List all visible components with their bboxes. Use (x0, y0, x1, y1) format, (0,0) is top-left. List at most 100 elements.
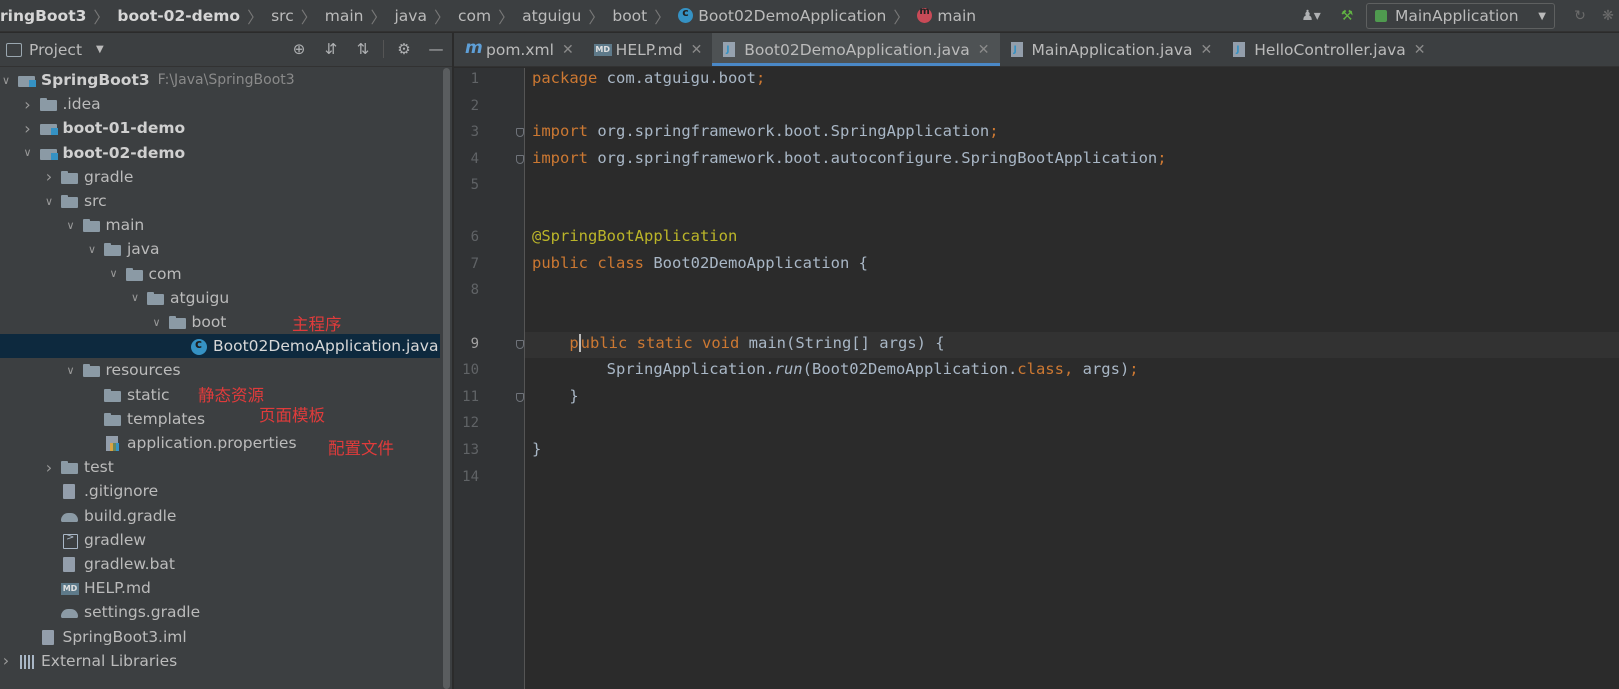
project-tree-scrollbar[interactable] (441, 68, 452, 689)
tree-item[interactable]: ∨ java (0, 237, 440, 261)
breadcrumb-item[interactable]: Boot02DemoApplication (676, 6, 888, 25)
tree-item[interactable]: ∨ resources (0, 358, 440, 382)
code-editor[interactable]: 1 2 3 4 5 6 7 8 9 10 11 12 13 14 package com.atguigu.… (454, 68, 1619, 689)
chevron-down-icon[interactable]: ∨ (0, 74, 12, 87)
editor-tab[interactable]: MainApplication.java ✕ (1000, 33, 1223, 66)
editor-tab[interactable]: pom.xml ✕ (454, 33, 584, 66)
code-token: ; (1157, 148, 1167, 167)
editor-tab[interactable]: Boot02DemoApplication.java ✕ (712, 33, 1000, 66)
scrollbar-thumb[interactable] (443, 68, 450, 689)
java-file-icon (1232, 41, 1248, 58)
breadcrumb-item[interactable]: atguigu (520, 7, 583, 25)
close-icon[interactable]: ✕ (562, 42, 574, 58)
tree-item[interactable]: ∨ atguigu (0, 286, 440, 310)
code-line[interactable]: import org.springframework.boot.SpringAp… (532, 122, 999, 140)
tree-item[interactable]: ›gradlew (0, 528, 440, 552)
tree-item[interactable]: › boot-01-demo (0, 116, 440, 140)
java-file-icon (722, 41, 738, 58)
code-line[interactable]: package com.atguigu.boot; (532, 69, 765, 87)
properties-file-icon (104, 436, 122, 451)
chevron-down-icon[interactable]: ∨ (129, 291, 141, 304)
tree-item[interactable]: ›templates (0, 407, 440, 431)
breadcrumb-item[interactable]: java (393, 7, 429, 25)
tree-item[interactable]: ∨ SpringBoot3 F:\Java\SpringBoot3 (0, 68, 440, 92)
code-line[interactable]: import org.springframework.boot.autoconf… (532, 149, 1167, 167)
code-line[interactable]: } (532, 387, 578, 405)
debug-icon[interactable]: ❋ (1597, 5, 1619, 27)
java-class-icon (190, 337, 208, 356)
fold-marker-icon[interactable] (516, 339, 524, 349)
rerun-icon[interactable]: ↻ (1569, 5, 1591, 27)
chevron-right-icon[interactable]: › (22, 95, 34, 114)
chevron-right-icon[interactable]: › (43, 167, 55, 186)
breadcrumb-item[interactable]: src (269, 7, 296, 25)
breadcrumb-item[interactable]: boot-02-demo (115, 7, 242, 25)
tree-item[interactable]: › .idea (0, 92, 440, 116)
expand-all-icon[interactable]: ⇵ (319, 37, 343, 61)
fold-marker-icon[interactable] (516, 128, 524, 138)
tree-item[interactable]: › External Libraries (0, 649, 440, 673)
folder-icon (104, 388, 122, 402)
line-number: 9 (470, 335, 479, 352)
fold-marker-icon[interactable] (516, 154, 524, 164)
tree-item[interactable]: ∨ boot (0, 310, 440, 334)
chevron-down-icon[interactable]: ∨ (22, 146, 34, 159)
run-configuration-select[interactable]: MainApplication ▼ (1366, 3, 1555, 29)
code-line[interactable]: } (532, 440, 541, 458)
tree-item[interactable]: ›gradlew.bat (0, 552, 440, 576)
code-token: com.atguigu.boot (606, 69, 756, 87)
editor-tab[interactable]: HELP.md ✕ (584, 33, 713, 66)
breadcrumb-item[interactable]: main (915, 6, 978, 25)
code-token: run (774, 360, 803, 379)
code-line[interactable]: p ublic static void main(String[] args) { (532, 333, 945, 352)
chevron-down-icon[interactable]: ▼ (96, 44, 104, 55)
module-folder-icon (18, 73, 36, 87)
breadcrumb-item[interactable]: com (456, 7, 493, 25)
project-view-title[interactable]: Project (29, 41, 82, 59)
chevron-down-icon[interactable]: ∨ (65, 219, 77, 232)
close-icon[interactable]: ✕ (978, 42, 990, 58)
chevron-right-icon[interactable]: › (22, 119, 34, 138)
breadcrumb-label: main (937, 6, 977, 25)
breadcrumb-item[interactable]: boot (610, 7, 649, 25)
tree-item[interactable]: ∨ boot-02-demo (0, 141, 440, 165)
chevron-down-icon[interactable]: ∨ (43, 195, 55, 208)
code-line[interactable]: @SpringBootApplication (532, 227, 737, 245)
chevron-down-icon[interactable]: ∨ (108, 267, 120, 280)
gear-icon[interactable]: ⚙ (392, 37, 416, 61)
tree-item[interactable]: ∨ src (0, 189, 440, 213)
tree-item[interactable]: ›.gitignore (0, 479, 440, 503)
tree-item[interactable]: ›Boot02DemoApplication.java (0, 334, 440, 359)
chevron-right-icon[interactable]: › (43, 458, 55, 477)
tree-item-label: com (148, 264, 182, 283)
code-token: main(String[] args) { (748, 333, 945, 352)
code-line[interactable]: SpringApplication.run(Boot02DemoApplicat… (532, 360, 1139, 378)
tree-item[interactable]: ∨ main (0, 213, 440, 237)
chevron-right-icon[interactable]: › (0, 651, 12, 670)
build-hammer-icon[interactable]: ⚒ (1336, 5, 1358, 27)
chevron-down-icon[interactable]: ∨ (151, 316, 163, 329)
close-icon[interactable]: ✕ (1414, 42, 1426, 58)
code-line[interactable]: public class Boot02DemoApplication { (532, 254, 868, 272)
locate-icon[interactable]: ⊕ (287, 37, 311, 61)
tree-item[interactable]: ›SpringBoot3.iml (0, 625, 440, 649)
tree-item-path: F:\Java\SpringBoot3 (157, 72, 295, 88)
tree-item[interactable]: ›build.gradle (0, 504, 440, 528)
breadcrumb-item[interactable]: ringBoot3 (0, 7, 88, 25)
main-toolbar: ♟▾ ⚒ MainApplication ▼ ↻ ❋ (1300, 0, 1619, 31)
minimize-icon[interactable]: — (424, 37, 448, 61)
breadcrumb-item[interactable]: main (323, 7, 366, 25)
close-icon[interactable]: ✕ (1201, 42, 1213, 58)
chevron-down-icon[interactable]: ∨ (86, 243, 98, 256)
editor-tab[interactable]: HelloController.java ✕ (1222, 33, 1435, 66)
fold-marker-icon[interactable] (516, 392, 524, 402)
collapse-all-icon[interactable]: ⇅ (351, 37, 375, 61)
tree-item[interactable]: ›settings.gradle (0, 600, 440, 624)
tree-item[interactable]: › gradle (0, 165, 440, 189)
gradle-run-icon (1375, 10, 1387, 22)
user-icon[interactable]: ♟▾ (1300, 5, 1322, 27)
chevron-down-icon[interactable]: ∨ (65, 364, 77, 377)
tree-item[interactable]: ›HELP.md (0, 576, 440, 600)
close-icon[interactable]: ✕ (691, 42, 703, 58)
tree-item[interactable]: ∨ com (0, 262, 440, 286)
